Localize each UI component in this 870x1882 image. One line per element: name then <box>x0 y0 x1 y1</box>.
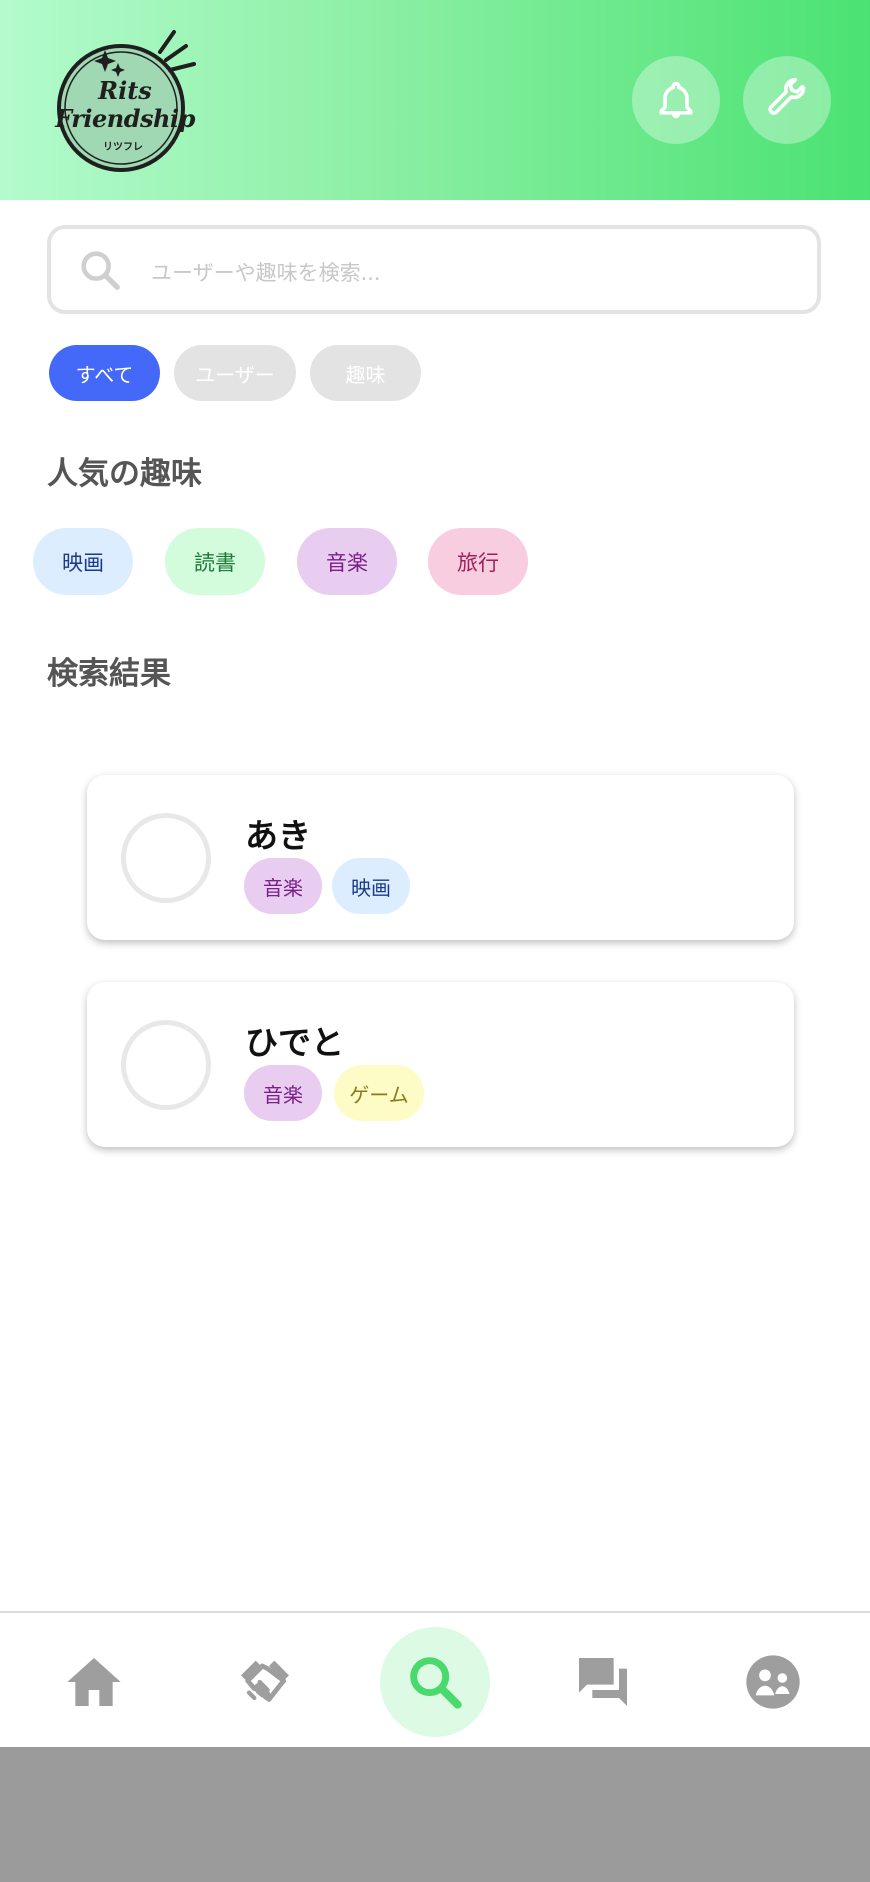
search-icon <box>81 251 120 290</box>
app-logo: Rits Friendship リツフレ <box>36 24 206 176</box>
hobby-chip-music[interactable]: 音楽 <box>297 528 397 595</box>
community-icon <box>746 1655 800 1709</box>
filter-users[interactable]: ユーザー <box>174 345 296 401</box>
search-placeholder: ユーザーや趣味を検索... <box>151 261 381 285</box>
user-card[interactable]: ひでと 音楽 ゲーム <box>87 982 794 1147</box>
logo-text-friendship: Friendship <box>55 104 195 133</box>
user-tag: 音楽 <box>244 1065 322 1121</box>
bell-icon <box>659 81 693 119</box>
nav-matching[interactable] <box>210 1627 320 1737</box>
settings-button[interactable] <box>743 56 831 144</box>
user-name: ひでと <box>245 1023 344 1062</box>
nav-search[interactable] <box>380 1627 490 1737</box>
hobby-chip-travel[interactable]: 旅行 <box>428 528 528 595</box>
logo-text-sub: リツフレ <box>103 142 143 153</box>
notifications-button[interactable] <box>632 56 720 144</box>
bottom-navigation <box>0 1611 870 1747</box>
user-name: あき <box>245 816 311 855</box>
logo-text-rits: Rits <box>98 76 152 105</box>
app-header: Rits Friendship リツフレ <box>0 0 870 200</box>
popular-hobbies-title: 人気の趣味 <box>47 456 202 492</box>
filter-all[interactable]: すべて <box>49 345 160 401</box>
avatar <box>121 813 211 903</box>
user-tag: 音楽 <box>244 858 322 914</box>
search-icon <box>410 1657 462 1709</box>
filter-hobbies[interactable]: 趣味 <box>310 345 421 401</box>
avatar <box>121 1020 211 1110</box>
wrench-icon <box>768 78 806 115</box>
hobby-chip-movies[interactable]: 映画 <box>33 528 133 595</box>
chat-icon <box>579 1658 627 1706</box>
system-navigation-bar <box>0 1747 870 1882</box>
hobby-chip-reading[interactable]: 読書 <box>165 528 265 595</box>
user-tag: 映画 <box>332 858 410 914</box>
search-results-title: 検索結果 <box>47 656 171 692</box>
handshake-icon <box>241 1660 289 1702</box>
home-icon <box>67 1658 121 1706</box>
user-tag: ゲーム <box>334 1065 424 1121</box>
nav-home[interactable] <box>39 1627 149 1737</box>
user-card[interactable]: あき 音楽 映画 <box>87 775 794 940</box>
nav-community[interactable] <box>718 1627 828 1737</box>
nav-chat[interactable] <box>548 1627 658 1737</box>
search-input[interactable]: ユーザーや趣味を検索... <box>47 225 821 314</box>
